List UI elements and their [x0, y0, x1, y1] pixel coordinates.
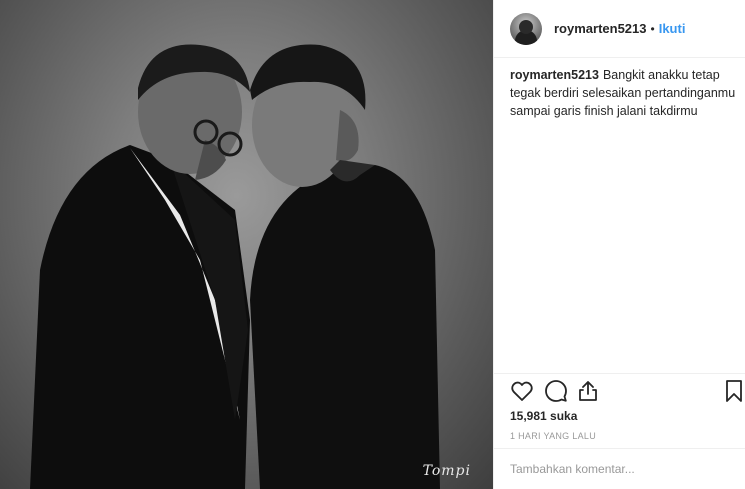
photographer-signature: Tompi	[422, 463, 471, 479]
action-icons	[510, 379, 745, 405]
share-icon[interactable]	[576, 379, 600, 403]
avatar[interactable]	[510, 12, 542, 45]
post-caption: roymarten5213 Bangkit anakku tetap tegak …	[510, 66, 740, 120]
post-timestamp[interactable]: 1 HARI YANG LALU	[510, 431, 596, 441]
heart-icon[interactable]	[510, 379, 534, 403]
post-photo[interactable]: Tompi	[0, 0, 493, 489]
bookmark-icon[interactable]	[722, 379, 745, 403]
post-header: roymarten5213 • Ikuti	[494, 0, 745, 58]
comment-box	[494, 448, 745, 489]
actions-divider	[494, 373, 745, 374]
header-separator: •	[650, 21, 655, 36]
header-username[interactable]: roymarten5213	[554, 21, 647, 36]
instagram-post: Tompi roymarten5213 • Ikuti roymarten521…	[0, 0, 745, 489]
photo-illustration	[30, 44, 440, 489]
comment-input[interactable]	[510, 462, 735, 476]
post-side-panel: roymarten5213 • Ikuti roymarten5213 Bangk…	[493, 0, 745, 489]
comment-icon[interactable]	[544, 379, 568, 403]
caption-username[interactable]: roymarten5213	[510, 68, 599, 82]
likes-count[interactable]: 15,981 suka	[510, 409, 577, 423]
follow-button[interactable]: Ikuti	[659, 21, 686, 36]
